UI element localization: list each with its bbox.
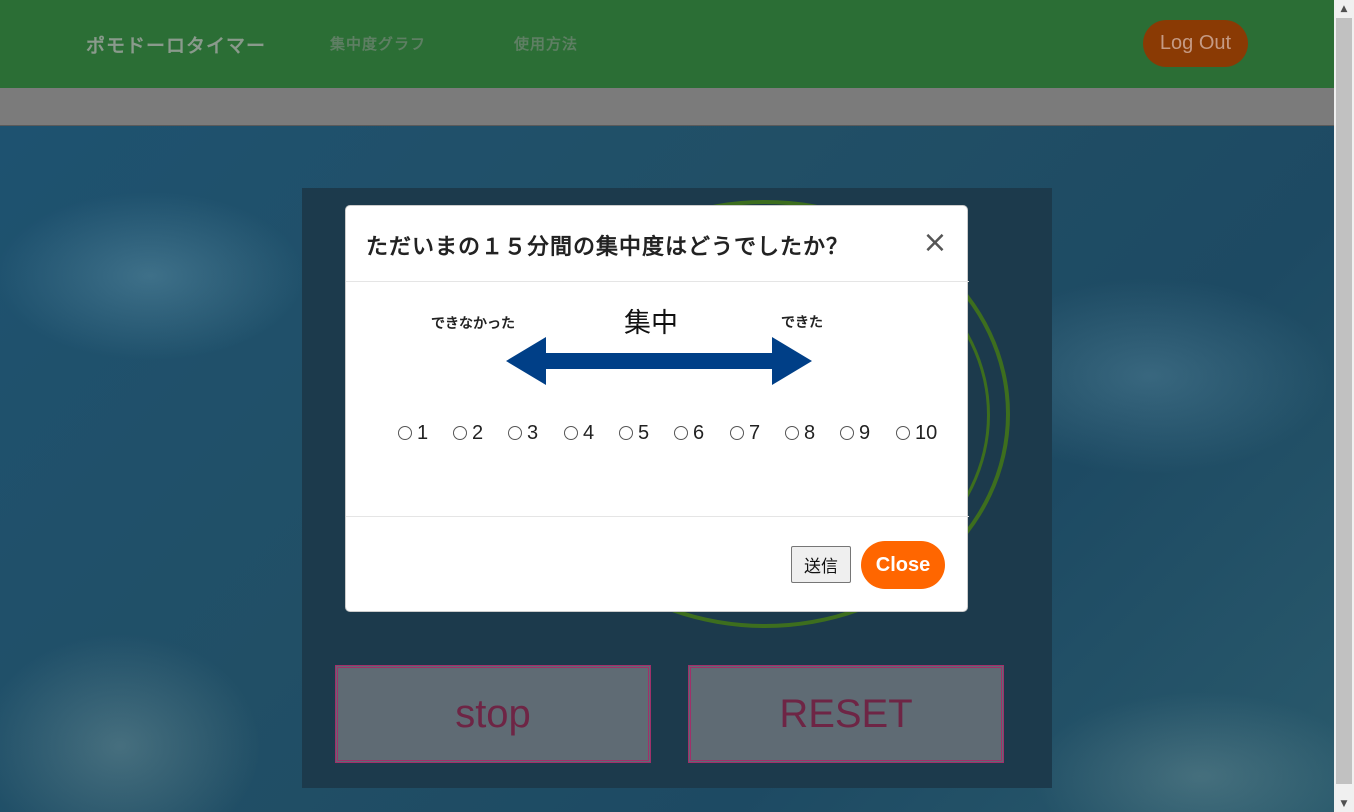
rating-option[interactable]: 9 <box>840 420 870 446</box>
rating-option[interactable]: 6 <box>674 420 704 446</box>
concentration-scale-figure: できなかった 集中 できた <box>426 301 846 391</box>
rating-option-label: 9 <box>859 421 871 444</box>
scale-right-label: できた <box>781 315 823 331</box>
rating-option-label: 3 <box>527 421 539 444</box>
rating-option[interactable]: 2 <box>453 420 483 446</box>
rating-option-label: 8 <box>804 421 816 444</box>
submit-button[interactable]: 送信 <box>791 546 851 583</box>
scroll-up-icon[interactable]: ▲ <box>1334 0 1354 17</box>
radio-button[interactable] <box>785 426 799 440</box>
rating-option-label: 2 <box>472 421 484 444</box>
radio-button[interactable] <box>730 426 744 440</box>
radio-button[interactable] <box>896 426 910 440</box>
rating-option-label: 5 <box>638 421 650 444</box>
radio-button[interactable] <box>840 426 854 440</box>
rating-option[interactable]: 10 <box>896 420 937 446</box>
radio-button[interactable] <box>398 426 412 440</box>
rating-option-label: 4 <box>583 421 595 444</box>
rating-option[interactable]: 8 <box>785 420 815 446</box>
rating-option-label: 6 <box>693 421 705 444</box>
modal-footer: 送信 Close <box>346 516 969 612</box>
double-arrow-icon <box>506 337 812 385</box>
radio-button[interactable] <box>508 426 522 440</box>
vertical-scrollbar[interactable]: ▲ ▼ <box>1334 0 1354 812</box>
modal-header: ただいまの１５分間の集中度はどうでしたか？ × <box>346 206 969 282</box>
concentration-modal: ただいまの１５分間の集中度はどうでしたか？ × できなかった 集中 できた 1 … <box>345 205 969 612</box>
modal-title: ただいまの１５分間の集中度はどうでしたか？ <box>366 235 850 260</box>
close-button[interactable]: Close <box>861 541 945 589</box>
rating-option-label: 1 <box>417 421 429 444</box>
scroll-down-icon[interactable]: ▼ <box>1334 795 1354 812</box>
radio-button[interactable] <box>564 426 578 440</box>
rating-option-label: 10 <box>915 421 938 444</box>
rating-radio-group: 1 2 3 4 5 6 7 8 9 10 <box>398 420 958 446</box>
scrollbar-thumb[interactable] <box>1336 18 1352 784</box>
rating-option-label: 7 <box>749 421 761 444</box>
radio-button[interactable] <box>619 426 633 440</box>
radio-button[interactable] <box>674 426 688 440</box>
scale-left-label: できなかった <box>431 316 515 332</box>
rating-option[interactable]: 1 <box>398 420 428 446</box>
rating-option[interactable]: 5 <box>619 420 649 446</box>
rating-option[interactable]: 7 <box>730 420 760 446</box>
rating-option[interactable]: 4 <box>564 420 594 446</box>
close-icon[interactable]: × <box>922 226 948 260</box>
rating-option[interactable]: 3 <box>508 420 538 446</box>
radio-button[interactable] <box>453 426 467 440</box>
